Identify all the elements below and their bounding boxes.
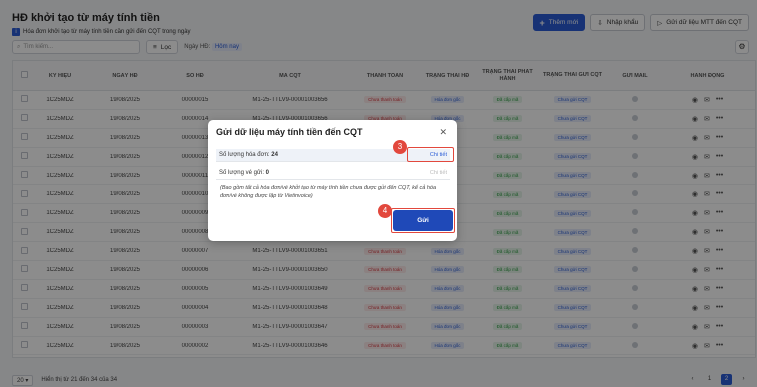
close-icon[interactable]: ✕ bbox=[439, 127, 447, 138]
ticket-count-label: Số lượng vé gửi: bbox=[219, 170, 264, 176]
modal-title: Gửi dữ liệu máy tính tiền đến CQT bbox=[216, 127, 363, 137]
invoice-count-value: 24 bbox=[271, 152, 278, 158]
step-4-callout: 4 bbox=[378, 204, 392, 218]
ticket-detail-link: Chi tiết bbox=[429, 170, 447, 176]
step-3-callout: 3 bbox=[393, 140, 407, 154]
highlight-detail-box bbox=[407, 147, 454, 162]
invoice-count-text: Số lượng hóa đơn: 24 bbox=[219, 152, 278, 158]
ticket-count-text: Số lượng vé gửi: 0 bbox=[219, 170, 269, 176]
send-data-modal: Gửi dữ liệu máy tính tiền đến CQT ✕ Số l… bbox=[208, 120, 457, 241]
modal-note: (Bao gồm tất cả hóa đơn/vé khởi tạo từ m… bbox=[220, 185, 437, 199]
ticket-count-value: 0 bbox=[265, 170, 270, 176]
highlight-send-box bbox=[391, 208, 455, 233]
ticket-count-row: Số lượng vé gửi: 0 Chi tiết bbox=[216, 167, 450, 180]
invoice-count-label: Số lượng hóa đơn: bbox=[219, 152, 270, 158]
